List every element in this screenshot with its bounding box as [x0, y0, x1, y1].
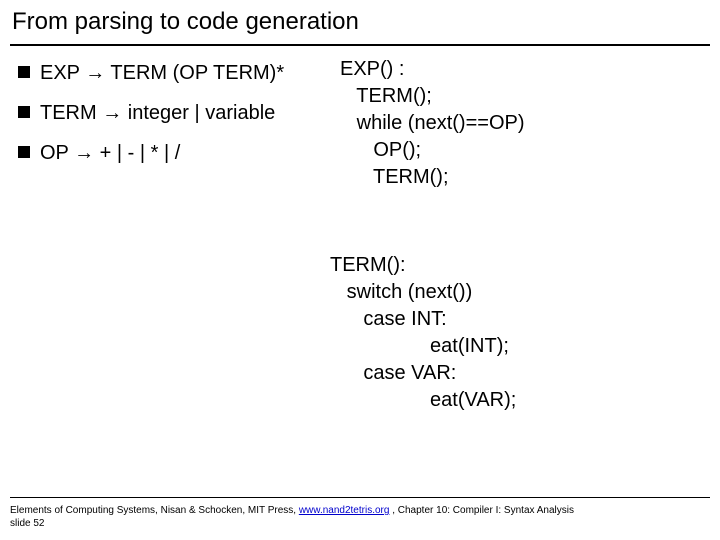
code-block-term: TERM(): switch (next()) case INT: eat(IN… [330, 252, 516, 414]
footer-slide-number: slide 52 [10, 518, 44, 529]
footer: Elements of Computing Systems, Nisan & S… [10, 504, 574, 530]
footer-text-prefix: Elements of Computing Systems, Nisan & S… [10, 505, 299, 516]
grammar-rule-exp: EXP → TERM (OP TERM)* [40, 60, 284, 86]
square-bullet-icon [18, 106, 30, 118]
footer-divider [10, 497, 710, 498]
bullet-item: OP → + | - | * | / [18, 140, 318, 166]
square-bullet-icon [18, 66, 30, 78]
grammar-rules: EXP → TERM (OP TERM)* TERM → integer | v… [18, 60, 318, 180]
bullet-item: EXP → TERM (OP TERM)* [18, 60, 318, 86]
slide-title: From parsing to code generation [12, 8, 359, 36]
slide: From parsing to code generation EXP → TE… [0, 0, 720, 540]
footer-link[interactable]: www.nand2tetris.org [299, 505, 390, 516]
bullet-item: TERM → integer | variable [18, 100, 318, 126]
grammar-rule-op: OP → + | - | * | / [40, 140, 180, 166]
square-bullet-icon [18, 146, 30, 158]
grammar-rule-term: TERM → integer | variable [40, 100, 275, 126]
footer-text-suffix: , Chapter 10: Compiler I: Syntax Analysi… [389, 505, 574, 516]
code-block-exp: EXP() : TERM(); while (next()==OP) OP();… [340, 56, 525, 191]
title-underline [10, 44, 710, 46]
